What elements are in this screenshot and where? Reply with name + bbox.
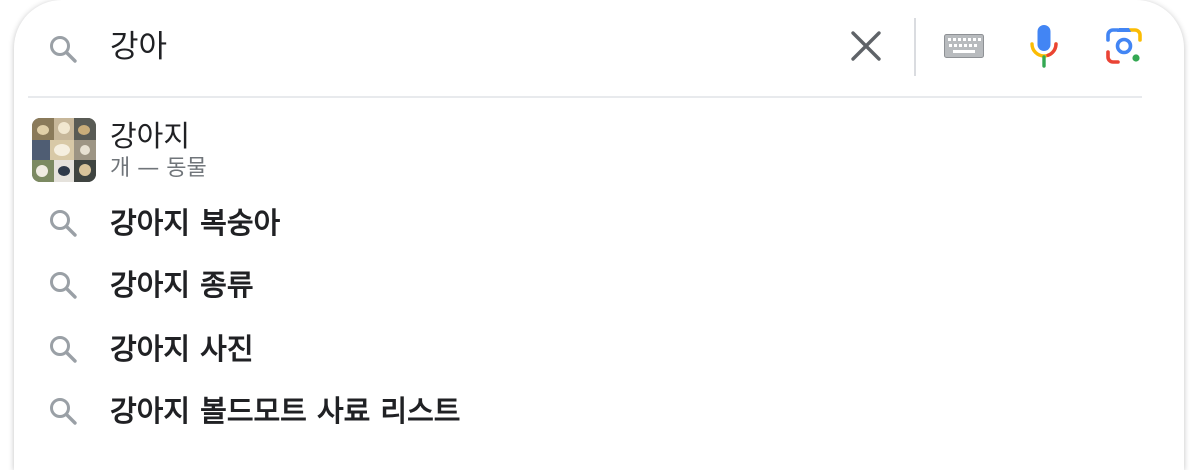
search-icon — [48, 270, 78, 300]
search-icon — [48, 208, 78, 238]
search-icon — [48, 34, 78, 64]
search-icon — [48, 334, 78, 364]
search-bar-divider — [914, 18, 916, 76]
close-icon — [850, 30, 882, 66]
dog-collage-thumbnail — [32, 118, 96, 182]
microphone-icon — [1029, 24, 1059, 72]
search-bar: 강아 — [14, 0, 1184, 96]
suggestion-text: 강아지 사진 — [110, 332, 254, 366]
rich-suggestion-item[interactable]: 강아지 개 — 동물 — [14, 110, 1184, 190]
camera-lens-icon — [1105, 27, 1143, 69]
suggestion-text: 강아지 종류 — [110, 268, 254, 302]
suggestion-item[interactable]: 강아지 볼드모트 사료 리스트 — [14, 380, 1184, 442]
virtual-keyboard-button[interactable] — [942, 30, 986, 66]
suggestion-item[interactable]: 강아지 사진 — [14, 318, 1184, 380]
suggestion-item[interactable]: 강아지 종류 — [14, 254, 1184, 316]
lens-search-button[interactable] — [1102, 26, 1146, 70]
rich-suggestion-title: 강아지 — [110, 119, 191, 153]
rich-suggestion-subtitle: 개 — 동물 — [110, 156, 207, 181]
search-input[interactable]: 강아 — [110, 25, 167, 69]
search-autocomplete-panel: 강아 강아지 개 — 동물 강아지 복숭아 강아지 종류 강아지 사진 강아지 … — [14, 0, 1184, 470]
voice-search-button[interactable] — [1022, 24, 1066, 72]
clear-search-button[interactable] — [844, 26, 888, 70]
search-icon — [48, 396, 78, 426]
results-divider — [28, 96, 1142, 98]
keyboard-icon — [944, 34, 984, 62]
suggestion-text: 강아지 복숭아 — [110, 206, 281, 240]
suggestion-text: 강아지 볼드모트 사료 리스트 — [110, 394, 461, 428]
suggestion-item[interactable]: 강아지 복숭아 — [14, 192, 1184, 254]
